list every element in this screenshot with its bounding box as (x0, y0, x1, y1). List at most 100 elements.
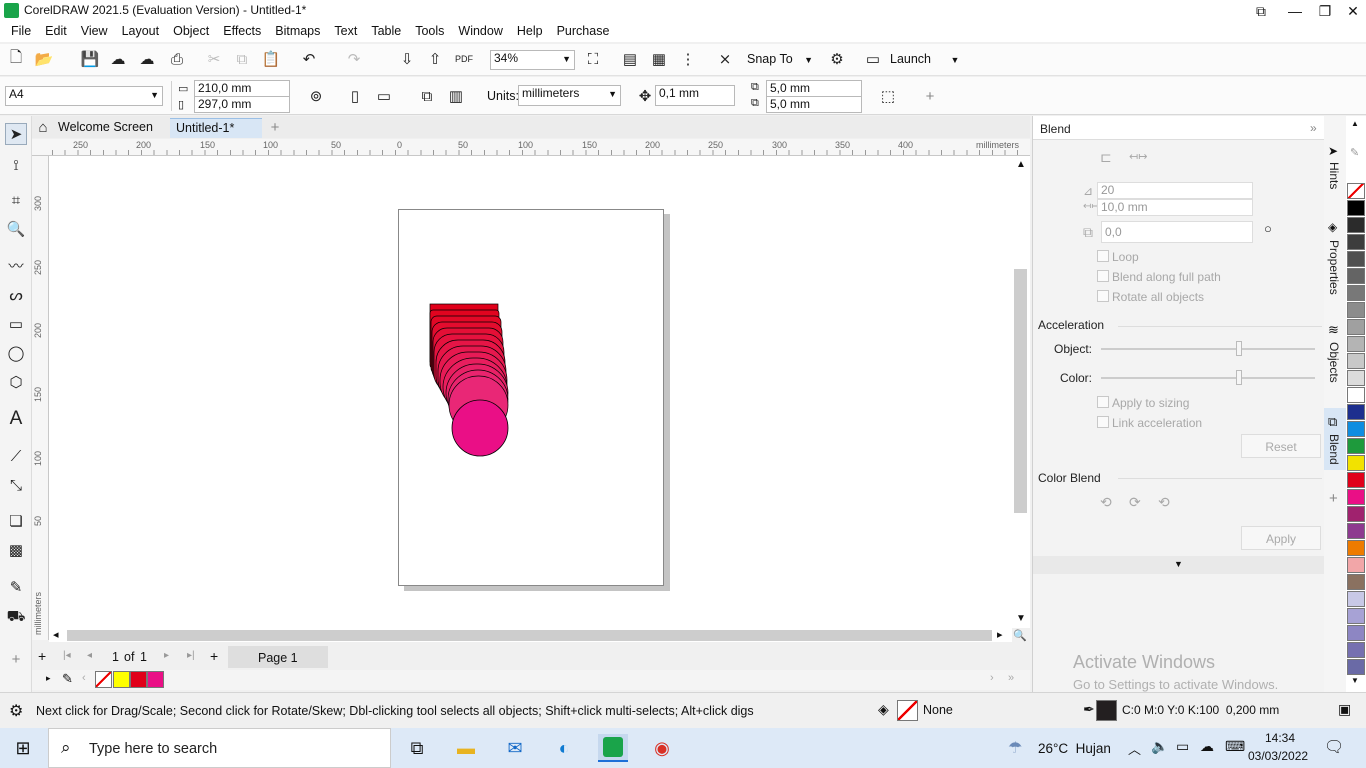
direct-blend-icon[interactable]: ⟲ (1100, 494, 1112, 511)
menu-window[interactable]: Window (451, 22, 509, 40)
open-folder-icon[interactable]: 📂 (33, 48, 55, 70)
palette-swatch[interactable] (1347, 608, 1365, 624)
palette-swatch[interactable] (1347, 268, 1365, 284)
windows-start-icon[interactable]: ⊞ (8, 734, 38, 762)
palette-swatch[interactable] (1347, 285, 1365, 301)
network-icon[interactable]: ☁ (1200, 738, 1214, 755)
menu-effects[interactable]: Effects (216, 22, 268, 40)
scroll-up-icon[interactable]: ▲ (1016, 159, 1026, 170)
tab-objects[interactable]: Objects (1327, 342, 1341, 383)
palette-end-icon[interactable]: » (1008, 672, 1014, 684)
export-icon[interactable]: ⇧ (424, 48, 446, 70)
palette-swatch[interactable] (1347, 200, 1365, 216)
palette-swatch[interactable] (1347, 302, 1365, 318)
crop-tool-icon[interactable]: ⌗ (5, 189, 27, 211)
palette-swatch[interactable] (1347, 472, 1365, 488)
maximize-button[interactable]: ❐ (1310, 0, 1340, 22)
apply-button[interactable]: Apply (1241, 526, 1321, 550)
snap-off-icon[interactable]: ⨯ (714, 48, 736, 70)
menu-edit[interactable]: Edit (38, 22, 74, 40)
scroll-down-icon[interactable]: ▼ (1016, 613, 1026, 624)
landscape-icon[interactable]: ▭ (373, 85, 395, 107)
connector-tool-icon[interactable]: ⤡ (5, 474, 27, 496)
menu-view[interactable]: View (74, 22, 115, 40)
cloud-upload-icon[interactable]: ☁ (107, 48, 129, 70)
clock-date[interactable]: 03/03/2022 (1248, 749, 1308, 763)
palette-swatch[interactable] (1347, 591, 1365, 607)
freehand-tool-icon[interactable]: 〰 (5, 254, 27, 276)
notifications-icon[interactable]: 🗨 (1324, 737, 1344, 757)
shape-tool-icon[interactable]: ⟟ (5, 154, 27, 176)
status-gear-icon[interactable]: ⚙ (9, 701, 23, 721)
palette-swatch[interactable] (1347, 387, 1365, 403)
save-icon[interactable]: 💾 (79, 48, 101, 70)
eyedropper-tool-icon[interactable]: ✎ (5, 576, 27, 598)
page-size-select[interactable]: A4 ▼ (5, 86, 163, 106)
chrome-icon[interactable]: ◉ (647, 734, 677, 762)
polygon-tool-icon[interactable]: ⬡ (5, 371, 27, 393)
restore-icon[interactable]: ⧉ (1246, 0, 1276, 22)
palette-no-color[interactable] (1347, 183, 1365, 199)
tab-hints[interactable]: Hints (1327, 162, 1341, 189)
outline-swatch[interactable] (1096, 700, 1117, 721)
pick-tool-icon[interactable]: ➤ (5, 123, 27, 145)
prev-page-icon[interactable]: ◂ (87, 650, 92, 661)
palette-swatch[interactable] (1347, 506, 1365, 522)
fill-swatch[interactable] (897, 700, 918, 721)
menu-tools[interactable]: Tools (408, 22, 451, 40)
palette-swatch[interactable] (1347, 251, 1365, 267)
volume-icon[interactable]: 🔈 (1151, 738, 1168, 755)
color-accel-slider[interactable] (1101, 377, 1315, 379)
show-grid-icon[interactable]: ▦ (648, 48, 670, 70)
treat-as-filled-icon[interactable]: ⬚ (877, 85, 899, 107)
docker-collapse-bar[interactable]: ▼ (1033, 556, 1324, 574)
blend-spacing-icon[interactable]: ↤↦ (1129, 150, 1147, 163)
taskbar-search-box[interactable]: ⌕ Type here to search (48, 728, 391, 768)
palette-scroll-up-icon[interactable]: ▲ (1351, 119, 1359, 128)
language-icon[interactable]: ⌨ (1225, 738, 1245, 755)
scroll-left-icon[interactable]: ◂ (53, 628, 59, 641)
apply-sizing-checkbox[interactable] (1097, 396, 1109, 408)
horizontal-scroll-thumb[interactable] (67, 630, 992, 641)
add-page-after-icon[interactable]: + (210, 648, 218, 664)
rectangle-tool-icon[interactable]: ▭ (5, 313, 27, 335)
palette-swatch[interactable] (1347, 370, 1365, 386)
palette-swatch[interactable] (1347, 455, 1365, 471)
new-tab-icon[interactable]: + (264, 116, 286, 138)
palette-pick-icon[interactable]: ✎ (1350, 146, 1359, 159)
palette-swatch[interactable] (1347, 625, 1365, 641)
palette-scroll-left-icon[interactable]: ‹ (82, 672, 86, 684)
mail-icon[interactable]: ✉ (500, 734, 530, 762)
show-rulers-icon[interactable]: ▤ (619, 48, 641, 70)
redo-icon[interactable]: ↷ (343, 48, 365, 70)
zoom-corner-icon[interactable]: 🔍 (1013, 629, 1027, 642)
palette-swatch[interactable] (1347, 336, 1365, 352)
tray-chevron-icon[interactable]: ︿ (1128, 739, 1141, 758)
palette-scroll-down-icon[interactable]: ▼ (1351, 676, 1359, 685)
portrait-icon[interactable]: ▯ (344, 85, 366, 107)
menu-help[interactable]: Help (510, 22, 550, 40)
cut-icon[interactable]: ✂ (203, 48, 225, 70)
color-settings-icon[interactable]: ▣ (1338, 701, 1351, 718)
document-palette-swatch[interactable] (113, 671, 130, 688)
blend-rotation-field[interactable]: 0,0 (1101, 221, 1253, 243)
object-accel-slider[interactable] (1101, 348, 1315, 350)
reset-button[interactable]: Reset (1241, 434, 1321, 458)
zoom-level-field[interactable]: 34% ▼ (490, 50, 575, 70)
next-page-icon[interactable]: ▸ (164, 650, 169, 661)
undo-icon[interactable]: ↶ (298, 48, 320, 70)
docker-expand-icon[interactable]: » (1310, 121, 1317, 135)
menu-table[interactable]: Table (364, 22, 408, 40)
interactive-fill-icon[interactable]: ⛟ (5, 606, 27, 628)
all-pages-icon[interactable]: ⊚ (305, 85, 327, 107)
tab-properties[interactable]: Properties (1327, 240, 1341, 295)
artistic-media-icon[interactable]: ᔕ (5, 284, 27, 306)
minimize-button[interactable]: — (1280, 0, 1310, 22)
palette-swatch[interactable] (1347, 540, 1365, 556)
duplicate-x-field[interactable]: 5,0 mm (766, 80, 862, 97)
add-toolbar-icon[interactable]: + (919, 85, 941, 107)
nudge-field[interactable]: 0,1 mm (655, 85, 735, 106)
palette-swatch[interactable] (1347, 404, 1365, 420)
menu-layout[interactable]: Layout (115, 22, 167, 40)
palette-swatch[interactable] (1347, 642, 1365, 658)
